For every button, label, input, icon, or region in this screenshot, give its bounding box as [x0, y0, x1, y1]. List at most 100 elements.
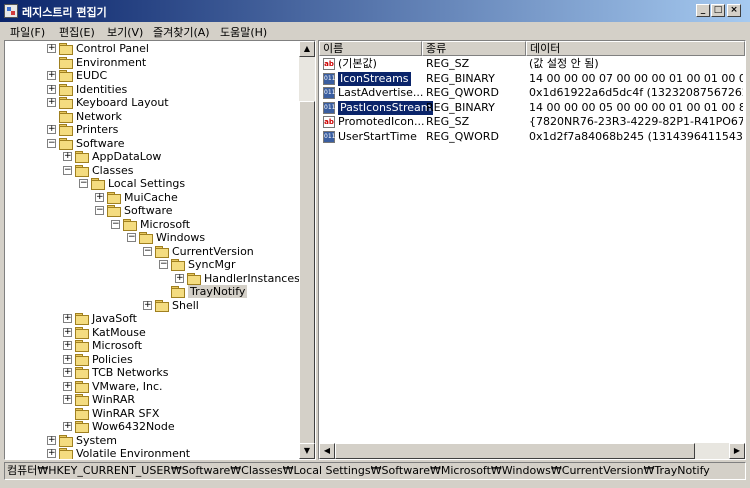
expand-icon[interactable]: + — [63, 327, 72, 337]
tree-item-label: Environment — [76, 55, 147, 69]
value-row[interactable]: ab PromotedIcon... REG_SZ {7820NR76-23R3-42… — [319, 115, 745, 129]
tree-item[interactable]: − Windows — [5, 231, 295, 244]
value-row[interactable]: 011 UserStartTime REG_QWORD 0x1d2f7a84068b2… — [319, 130, 745, 144]
folder-icon — [187, 272, 201, 285]
expand-icon[interactable]: + — [63, 314, 72, 323]
tree-item[interactable]: + System — [5, 434, 295, 447]
tree-item[interactable]: − SyncMgr — [5, 258, 295, 271]
tree-item-label: EUDC — [76, 69, 108, 82]
folder-icon — [75, 164, 89, 177]
window-title: 레지스트리 편집기 — [22, 6, 107, 19]
column-header-type[interactable]: 종류 — [422, 41, 526, 56]
collapse-icon[interactable]: − — [47, 138, 56, 148]
tree-item[interactable]: + Identities — [5, 83, 295, 96]
expand-icon[interactable]: + — [63, 341, 72, 350]
close-button[interactable]: × — [727, 4, 741, 17]
values-horizontal-scrollbar[interactable]: ◀ ▶ — [319, 443, 745, 459]
expand-icon[interactable]: + — [63, 368, 72, 377]
scroll-up-button[interactable]: ▲ — [299, 41, 315, 57]
tree-item[interactable]: + EUDC — [5, 69, 295, 82]
tree-item[interactable]: + Keyboard Layout — [5, 96, 295, 109]
folder-icon — [75, 313, 89, 325]
tree-item[interactable]: + WinRAR — [5, 393, 295, 406]
scroll-thumb[interactable] — [299, 101, 315, 459]
tree-item[interactable]: − Local Settings — [5, 177, 295, 190]
tree-item[interactable]: WinRAR SFX — [5, 407, 295, 420]
collapse-icon[interactable]: − — [111, 219, 120, 229]
tree-item[interactable]: + JavaSoft — [5, 312, 295, 325]
expand-icon[interactable]: + — [143, 300, 152, 310]
tree-item[interactable]: − Classes — [5, 164, 295, 177]
menu-edit[interactable]: 편집(E) — [59, 24, 95, 40]
expand-icon[interactable]: + — [47, 125, 56, 134]
string-value-icon: ab — [323, 58, 335, 70]
collapse-icon[interactable]: − — [143, 246, 152, 256]
tree-item[interactable]: Network — [5, 110, 295, 123]
expand-icon[interactable]: + — [47, 449, 56, 458]
value-row[interactable]: 011 LastAdvertise... REG_QWORD 0x1d61922a6d… — [319, 86, 745, 100]
tree-item[interactable]: + Policies — [5, 353, 295, 366]
folder-icon — [75, 340, 89, 352]
h-scroll-thumb[interactable] — [335, 443, 695, 459]
tree-item[interactable]: + Microsoft — [5, 339, 295, 352]
tree-item[interactable]: + TCB Networks — [5, 366, 295, 379]
expand-icon[interactable]: + — [63, 422, 72, 431]
expand-icon[interactable]: + — [47, 98, 56, 107]
tree-item[interactable]: + Printers — [5, 123, 295, 136]
tree-item[interactable]: + HandlerInstances — [5, 272, 300, 285]
tree-item[interactable]: TrayNotify — [5, 285, 295, 298]
tree-vertical-scrollbar[interactable]: ▲ ▼ — [299, 41, 315, 459]
tree-item[interactable]: − Software — [5, 137, 295, 150]
value-name: LastAdvertise... — [338, 86, 424, 99]
value-data: 14 00 00 00 05 00 00 00 01 00 01 00 81 0… — [529, 100, 743, 114]
expand-icon[interactable]: + — [175, 273, 184, 283]
tree-item[interactable]: − Software — [5, 204, 295, 217]
menu-file[interactable]: 파일(F) — [10, 24, 45, 40]
tree-item[interactable]: − Microsoft — [5, 218, 295, 231]
expand-icon[interactable]: + — [95, 192, 104, 202]
folder-icon — [123, 218, 137, 231]
menu-favorites[interactable]: 즐겨찾기(A) — [153, 24, 210, 40]
tree-item-label: Software — [76, 136, 125, 150]
tree-item[interactable]: + MuiCache — [5, 191, 295, 204]
menu-help[interactable]: 도움말(H) — [220, 24, 267, 40]
folder-icon — [59, 43, 73, 55]
minimize-button[interactable]: _ — [696, 4, 710, 17]
value-row[interactable]: 011 IconStreams REG_BINARY 14 00 00 00 07 0… — [319, 71, 745, 86]
tree-item[interactable]: + VMware, Inc. — [5, 380, 295, 393]
menu-view[interactable]: 보기(V) — [107, 24, 143, 40]
collapse-icon[interactable]: − — [95, 206, 104, 215]
expand-icon[interactable]: + — [47, 71, 56, 80]
column-header-name[interactable]: 이름 — [319, 41, 422, 56]
key-tree-pane: + Control Panel Environment + EUDC + Identitie… — [4, 40, 316, 460]
tree-item[interactable]: + AppDataLow — [5, 150, 295, 163]
tree-item[interactable]: Environment — [5, 56, 295, 69]
expand-icon[interactable]: + — [47, 435, 56, 445]
value-row[interactable]: 011 PastIconsStream REG_BINARY 14 00 00 00 … — [319, 100, 745, 115]
title-bar[interactable]: 레지스트리 편집기 _ □ × — [0, 0, 750, 22]
maximize-button[interactable]: □ — [711, 4, 725, 17]
scroll-down-button[interactable]: ▼ — [299, 443, 315, 459]
tree-item[interactable]: + Control Panel — [5, 42, 295, 55]
collapse-icon[interactable]: − — [127, 233, 136, 242]
collapse-icon[interactable]: − — [79, 179, 88, 188]
expand-icon[interactable]: + — [63, 395, 72, 404]
collapse-icon[interactable]: − — [63, 165, 72, 175]
tree-item[interactable]: + KatMouse — [5, 326, 295, 339]
expand-icon[interactable]: + — [47, 44, 56, 53]
expand-icon[interactable]: + — [63, 354, 72, 364]
binary-value-icon: 011 — [323, 130, 335, 143]
tree-item[interactable]: + Shell — [5, 299, 295, 312]
expand-icon[interactable]: + — [47, 84, 56, 94]
tree-item[interactable]: + Wow6432Node — [5, 420, 295, 433]
expand-icon[interactable]: + — [63, 152, 72, 161]
value-row[interactable]: ab (기본값) REG_SZ (값 설정 안 됨) — [319, 57, 745, 71]
tree-item[interactable]: − CurrentVersion — [5, 245, 295, 258]
regedit-app-icon[interactable] — [4, 4, 18, 18]
scroll-left-button[interactable]: ◀ — [319, 443, 335, 459]
expand-icon[interactable]: + — [63, 381, 72, 391]
tree-item[interactable]: + Volatile Environment — [5, 447, 295, 459]
scroll-right-button[interactable]: ▶ — [729, 443, 745, 459]
column-header-data[interactable]: 데이터 — [526, 41, 745, 56]
collapse-icon[interactable]: − — [159, 260, 168, 269]
